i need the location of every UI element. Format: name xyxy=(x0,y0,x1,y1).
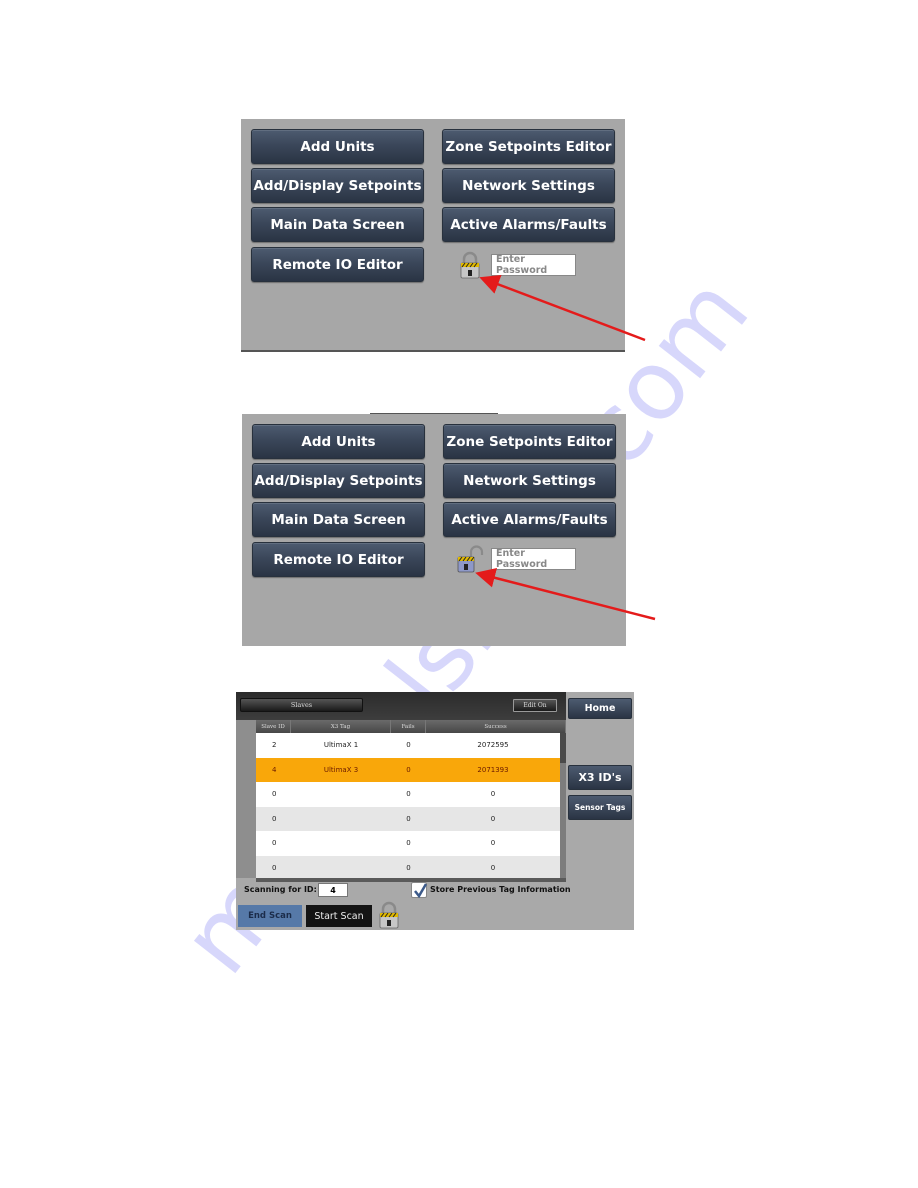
remote-io-editor-button[interactable]: Remote IO Editor xyxy=(252,542,425,577)
lock-closed-icon[interactable] xyxy=(378,900,400,930)
network-settings-button[interactable]: Network Settings xyxy=(442,168,615,203)
table-header: Slave ID X3 Tag Fails Success xyxy=(256,720,566,733)
cell-slave-id: 2 xyxy=(272,741,277,750)
cell-slave-id: 0 xyxy=(272,814,277,823)
cell-success: 2072595 xyxy=(477,741,509,750)
zone-setpoints-editor-button[interactable]: Zone Setpoints Editor xyxy=(442,129,615,164)
scanning-id-field[interactable]: 4 xyxy=(318,883,348,897)
cell-success: 2071393 xyxy=(477,765,509,774)
active-alarms-faults-button[interactable]: Active Alarms/Faults xyxy=(443,502,616,537)
remote-io-editor-button[interactable]: Remote IO Editor xyxy=(251,247,424,282)
password-input[interactable]: Enter Password xyxy=(491,548,576,570)
main-data-screen-button[interactable]: Main Data Screen xyxy=(252,502,425,537)
table-row[interactable]: 0 0 0 xyxy=(256,855,560,878)
add-units-button[interactable]: Add Units xyxy=(252,424,425,459)
table-row[interactable]: 0 0 0 xyxy=(256,831,560,856)
cell-fails: 0 xyxy=(406,814,411,823)
cell-slave-id: 0 xyxy=(272,863,277,872)
zone-setpoints-editor-button[interactable]: Zone Setpoints Editor xyxy=(443,424,616,459)
cell-fails: 0 xyxy=(406,839,411,848)
home-button[interactable]: Home xyxy=(568,698,632,719)
table-row[interactable]: 0 0 0 xyxy=(256,806,560,831)
column-header-slave-id[interactable]: Slave ID xyxy=(256,720,291,733)
main-data-screen-button[interactable]: Main Data Screen xyxy=(251,207,424,242)
slaves-table: 2 UltimaX 1 0 2072595 4 UltimaX 3 0 2071… xyxy=(256,733,560,878)
store-previous-tag-label: Store Previous Tag Information xyxy=(430,885,571,894)
store-previous-tag-checkbox[interactable] xyxy=(411,882,428,899)
cell-success: 0 xyxy=(490,839,496,848)
x3-ids-button[interactable]: X3 ID's xyxy=(568,765,632,790)
cell-slave-id: 0 xyxy=(272,790,277,799)
cell-success: 0 xyxy=(490,790,496,799)
scanning-for-id-label: Scanning for ID: xyxy=(244,885,317,894)
password-input[interactable]: Enter Password xyxy=(491,254,576,276)
table-toolbar: Slaves Edit On xyxy=(236,692,566,720)
lock-open-icon[interactable] xyxy=(456,545,486,573)
cell-success: 0 xyxy=(490,814,496,823)
cell-fails: 0 xyxy=(406,765,411,774)
scrollbar-thumb[interactable] xyxy=(560,733,566,763)
cell-x3-tag: UltimaX 1 xyxy=(323,741,359,750)
add-units-button[interactable]: Add Units xyxy=(251,129,424,164)
cell-success: 0 xyxy=(490,863,496,872)
cell-fails: 0 xyxy=(406,790,411,799)
add-display-setpoints-button[interactable]: Add/Display Setpoints xyxy=(251,168,424,203)
slaves-button[interactable]: Slaves xyxy=(240,698,363,712)
table-scrollbar[interactable] xyxy=(560,733,566,878)
top-tab-edge xyxy=(370,411,498,414)
cell-fails: 0 xyxy=(406,741,411,750)
edit-on-button[interactable]: Edit On xyxy=(513,699,557,712)
table-row[interactable]: 2 UltimaX 1 0 2072595 xyxy=(256,733,560,758)
main-menu-screenshot-locked: Add Units Add/Display Setpoints Main Dat… xyxy=(241,119,625,352)
cell-fails: 0 xyxy=(406,863,411,872)
checkmark-icon xyxy=(414,883,428,899)
cell-slave-id: 0 xyxy=(272,839,277,848)
start-scan-button[interactable]: Start Scan xyxy=(306,905,372,927)
lock-closed-icon[interactable] xyxy=(459,251,481,279)
table-row[interactable]: 0 0 0 xyxy=(256,782,560,807)
table-row[interactable]: 4 UltimaX 3 0 2071393 xyxy=(256,757,560,782)
column-header-fails[interactable]: Fails xyxy=(391,720,426,733)
cell-x3-tag: UltimaX 3 xyxy=(323,765,359,774)
active-alarms-faults-button[interactable]: Active Alarms/Faults xyxy=(442,207,615,242)
end-scan-button[interactable]: End Scan xyxy=(238,905,302,927)
slave-scan-screenshot: Slaves Edit On Slave ID X3 Tag Fails Suc… xyxy=(236,692,634,930)
add-display-setpoints-button[interactable]: Add/Display Setpoints xyxy=(252,463,425,498)
column-header-x3-tag[interactable]: X3 Tag xyxy=(291,720,391,733)
network-settings-button[interactable]: Network Settings xyxy=(443,463,616,498)
sensor-tags-button[interactable]: Sensor Tags xyxy=(568,795,632,820)
table-gutter xyxy=(236,720,256,878)
column-header-success[interactable]: Success xyxy=(426,720,566,733)
cell-slave-id: 4 xyxy=(272,765,277,774)
main-menu-screenshot-unlocked: Add Units Add/Display Setpoints Main Dat… xyxy=(242,411,626,646)
